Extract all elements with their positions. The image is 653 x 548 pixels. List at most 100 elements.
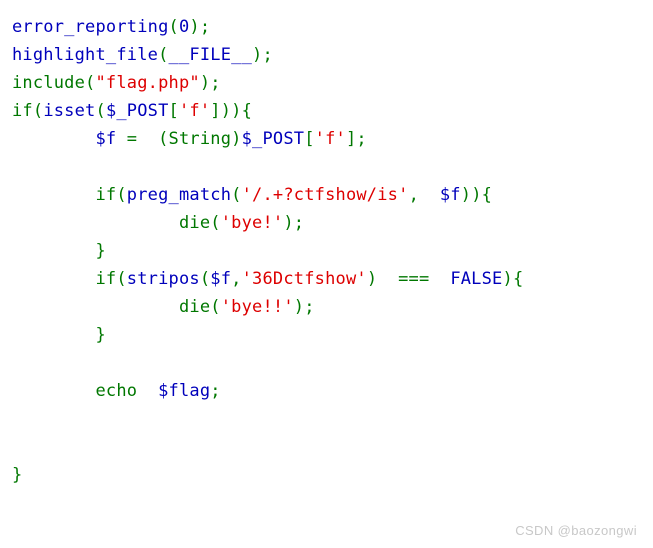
code-token-punc: (	[210, 297, 221, 317]
code-token-punc: )	[189, 17, 200, 37]
code-token-punc: (	[32, 101, 44, 121]
code-token-punc: {	[512, 269, 524, 289]
code-token-kw: echo	[95, 381, 138, 401]
code-token-punc: ]	[345, 129, 357, 149]
code-token-punc: (	[210, 213, 221, 233]
code-token-def: __FILE__	[168, 45, 253, 65]
code-line: $f = (String)$_POST['f'];	[12, 125, 523, 153]
code-token-fn: isset	[43, 101, 96, 121]
code-token-punc: )	[502, 269, 513, 289]
code-line: die('bye!!');	[12, 293, 523, 321]
code-token-punc: ]	[210, 101, 221, 121]
code-token-punc: (	[231, 185, 242, 205]
code-token-punc: (	[85, 73, 96, 93]
code-token-punc: ;	[199, 17, 211, 37]
code-token-punc: (String)	[158, 129, 242, 149]
code-token-punc: [	[304, 129, 315, 149]
code-token-kw: die	[178, 213, 211, 233]
code-line: if(stripos($f,'36Dctfshow') === FALSE){	[12, 265, 523, 293]
code-token-str: '/.+?ctfshow/is'	[241, 185, 409, 205]
code-token-punc: )	[283, 213, 294, 233]
code-token-str: 'bye!!'	[220, 297, 294, 317]
code-token-punc: }	[95, 241, 106, 261]
code-line: die('bye!');	[12, 209, 523, 237]
code-token-punc: ,	[408, 185, 419, 205]
code-token-punc: ;	[210, 381, 221, 401]
code-line: }	[12, 237, 523, 265]
code-token-punc: (	[116, 185, 127, 205]
code-token-punc: ;	[293, 213, 305, 233]
code-token-punc: )	[231, 101, 242, 121]
code-line: }	[12, 461, 523, 489]
code-token-punc: ;	[304, 297, 315, 317]
code-line: echo $flag;	[12, 377, 523, 405]
code-line: }	[12, 321, 523, 349]
code-token-kw: if	[95, 269, 117, 289]
code-line: error_reporting(0);	[12, 13, 523, 41]
code-line: include("flag.php");	[12, 69, 523, 97]
code-token-var: $f	[95, 129, 117, 149]
code-token-punc: ;	[210, 73, 221, 93]
code-token-punc: ;	[356, 129, 367, 149]
code-token-punc: )	[460, 185, 472, 205]
code-token-var: $f	[439, 185, 461, 205]
code-token-punc: {	[481, 185, 493, 205]
code-listing: error_reporting(0); highlight_file(__FILE…	[12, 13, 523, 489]
code-token-punc: (	[116, 269, 127, 289]
code-token-punc: [	[168, 101, 179, 121]
code-line: if(isset($_POST['f'])){	[12, 97, 523, 125]
code-token-punc: ===	[398, 269, 430, 289]
code-token-str: "flag.php"	[95, 73, 200, 93]
code-token-punc: ,	[231, 269, 242, 289]
csdn-watermark: CSDN @baozongwi	[515, 523, 637, 538]
code-token-kw: die	[178, 297, 211, 317]
code-token-fn: stripos	[126, 269, 200, 289]
code-token-punc: )	[220, 101, 232, 121]
code-token-var: $f	[210, 269, 232, 289]
code-token-kw: if	[95, 185, 117, 205]
code-token-punc: }	[12, 465, 23, 485]
code-token-var: $_POST	[241, 129, 305, 149]
code-line: highlight_file(__FILE__);	[12, 41, 523, 69]
code-token-punc: )	[366, 269, 378, 289]
code-token-fn: preg_match	[126, 185, 232, 205]
code-token-punc: )	[471, 185, 482, 205]
code-token-str: 'bye!'	[220, 213, 284, 233]
code-token-punc: )	[199, 73, 211, 93]
code-token-kw: if	[12, 101, 33, 121]
code-token-fn: highlight_file	[12, 45, 159, 65]
code-token-def: FALSE	[450, 269, 503, 289]
code-token-fn: error_reporting	[12, 17, 169, 37]
code-line: if(preg_match('/.+?ctfshow/is', $f)){	[12, 181, 523, 209]
code-token-punc: )	[252, 45, 263, 65]
code-token-var: $flag	[158, 381, 211, 401]
code-token-punc: }	[95, 325, 106, 345]
code-token-punc: {	[241, 101, 253, 121]
code-token-punc: (	[199, 269, 211, 289]
code-token-str: 'f'	[314, 129, 346, 149]
code-token-punc: (	[158, 45, 169, 65]
code-token-num: 0	[178, 17, 190, 37]
code-token-var: $_POST	[105, 101, 169, 121]
code-token-punc: (	[168, 17, 179, 37]
code-token-str: 'f'	[178, 101, 211, 121]
code-token-punc: (	[95, 101, 106, 121]
code-token-punc: ;	[262, 45, 273, 65]
code-token-str: '36Dctfshow'	[241, 269, 367, 289]
code-token-kw: include	[12, 73, 86, 93]
